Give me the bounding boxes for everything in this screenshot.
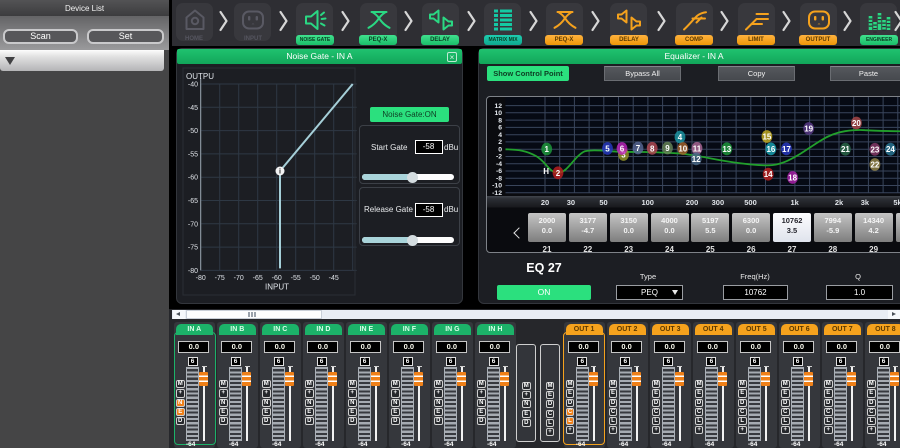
svg-text:9: 9 bbox=[665, 144, 670, 153]
svg-text:10: 10 bbox=[494, 110, 502, 117]
svg-text:23: 23 bbox=[870, 145, 879, 154]
svg-text:4: 4 bbox=[498, 132, 502, 139]
svg-text:12: 12 bbox=[692, 155, 701, 164]
svg-text:300: 300 bbox=[712, 198, 725, 207]
svg-text:24: 24 bbox=[886, 145, 895, 154]
svg-text:100: 100 bbox=[641, 198, 654, 207]
svg-text:-10: -10 bbox=[492, 183, 502, 190]
svg-text:6: 6 bbox=[498, 125, 502, 132]
svg-text:5k: 5k bbox=[893, 198, 900, 207]
svg-text:50: 50 bbox=[599, 198, 607, 207]
svg-text:4: 4 bbox=[678, 133, 683, 142]
svg-text:20: 20 bbox=[852, 119, 861, 128]
svg-text:-2: -2 bbox=[496, 154, 502, 161]
svg-text:15: 15 bbox=[762, 133, 771, 142]
svg-text:8: 8 bbox=[650, 144, 655, 153]
svg-text:-4: -4 bbox=[496, 161, 502, 168]
svg-text:18: 18 bbox=[788, 174, 797, 183]
svg-text:0: 0 bbox=[498, 146, 502, 153]
svg-text:H: H bbox=[543, 167, 549, 176]
svg-text:1: 1 bbox=[544, 145, 549, 154]
svg-text:10: 10 bbox=[678, 145, 687, 154]
svg-text:12: 12 bbox=[494, 103, 502, 110]
svg-text:500: 500 bbox=[744, 198, 757, 207]
svg-text:14: 14 bbox=[764, 170, 773, 179]
svg-text:17: 17 bbox=[782, 145, 791, 154]
svg-text:7: 7 bbox=[636, 144, 641, 153]
svg-text:5: 5 bbox=[605, 145, 610, 154]
svg-text:21: 21 bbox=[841, 145, 850, 154]
svg-text:16: 16 bbox=[766, 145, 775, 154]
svg-text:13: 13 bbox=[722, 145, 731, 154]
svg-text:2: 2 bbox=[556, 169, 561, 178]
svg-text:200: 200 bbox=[686, 198, 699, 207]
svg-text:-12: -12 bbox=[492, 190, 502, 197]
svg-text:30: 30 bbox=[567, 198, 575, 207]
svg-text:19: 19 bbox=[804, 125, 813, 134]
svg-text:6: 6 bbox=[620, 145, 625, 154]
svg-text:8: 8 bbox=[498, 117, 502, 124]
svg-text:1k: 1k bbox=[791, 198, 800, 207]
svg-text:11: 11 bbox=[693, 144, 702, 153]
svg-text:20: 20 bbox=[541, 198, 549, 207]
svg-text:2k: 2k bbox=[835, 198, 844, 207]
svg-text:-8: -8 bbox=[496, 176, 502, 183]
svg-text:-6: -6 bbox=[496, 168, 502, 175]
svg-text:2: 2 bbox=[498, 139, 502, 146]
svg-text:22: 22 bbox=[870, 161, 879, 170]
svg-text:3k: 3k bbox=[861, 198, 870, 207]
